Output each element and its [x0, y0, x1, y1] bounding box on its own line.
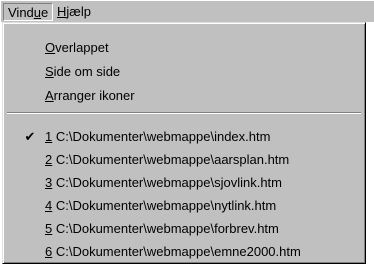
menu-separator: [7, 112, 361, 114]
document-item-label: 1 C:\Dokumenter\webmappe\index.htm: [45, 129, 271, 144]
menu-hjaelp-label: Hjælp: [57, 4, 91, 19]
document-item-6[interactable]: 6 C:\Dokumenter\webmappe\emne2000.htm: [5, 241, 363, 262]
menu-item-side-om-side[interactable]: Side om side: [5, 61, 363, 82]
document-item-1[interactable]: ✔ 1 C:\Dokumenter\webmappe\index.htm: [5, 126, 363, 147]
document-item-label: 3 C:\Dokumenter\webmappe\sjovlink.htm: [45, 175, 282, 190]
menu-bar: Vindue Hjælp: [0, 0, 374, 22]
document-item-label: 4 C:\Dokumenter\webmappe\nytlink.htm: [45, 198, 277, 213]
menu-item-overlappet[interactable]: Overlappet: [5, 37, 363, 58]
document-item-3[interactable]: 3 C:\Dokumenter\webmappe\sjovlink.htm: [5, 172, 363, 193]
document-item-label: 6 C:\Dokumenter\webmappe\emne2000.htm: [45, 244, 301, 259]
menu-item-side-om-side-label: Side om side: [45, 64, 121, 79]
window-menu-dropdown: Overlappet Side om side Arranger ikoner …: [2, 22, 366, 264]
checkmark-icon: ✔: [24, 129, 36, 144]
menu-vindue-label: Vindue: [8, 5, 49, 20]
document-item-2[interactable]: 2 C:\Dokumenter\webmappe\aarsplan.htm: [5, 149, 363, 170]
document-item-5[interactable]: 5 C:\Dokumenter\webmappe\forbrev.htm: [5, 218, 363, 239]
menu-vindue[interactable]: Vindue: [3, 3, 54, 21]
menu-item-arranger-ikoner[interactable]: Arranger ikoner: [5, 85, 363, 106]
document-item-4[interactable]: 4 C:\Dokumenter\webmappe\nytlink.htm: [5, 195, 363, 216]
menu-item-overlappet-label: Overlappet: [45, 40, 109, 55]
document-item-label: 2 C:\Dokumenter\webmappe\aarsplan.htm: [45, 152, 290, 167]
menu-item-arranger-ikoner-label: Arranger ikoner: [45, 88, 135, 103]
document-item-label: 5 C:\Dokumenter\webmappe\forbrev.htm: [45, 221, 279, 236]
menu-hjaelp[interactable]: Hjælp: [53, 3, 95, 21]
